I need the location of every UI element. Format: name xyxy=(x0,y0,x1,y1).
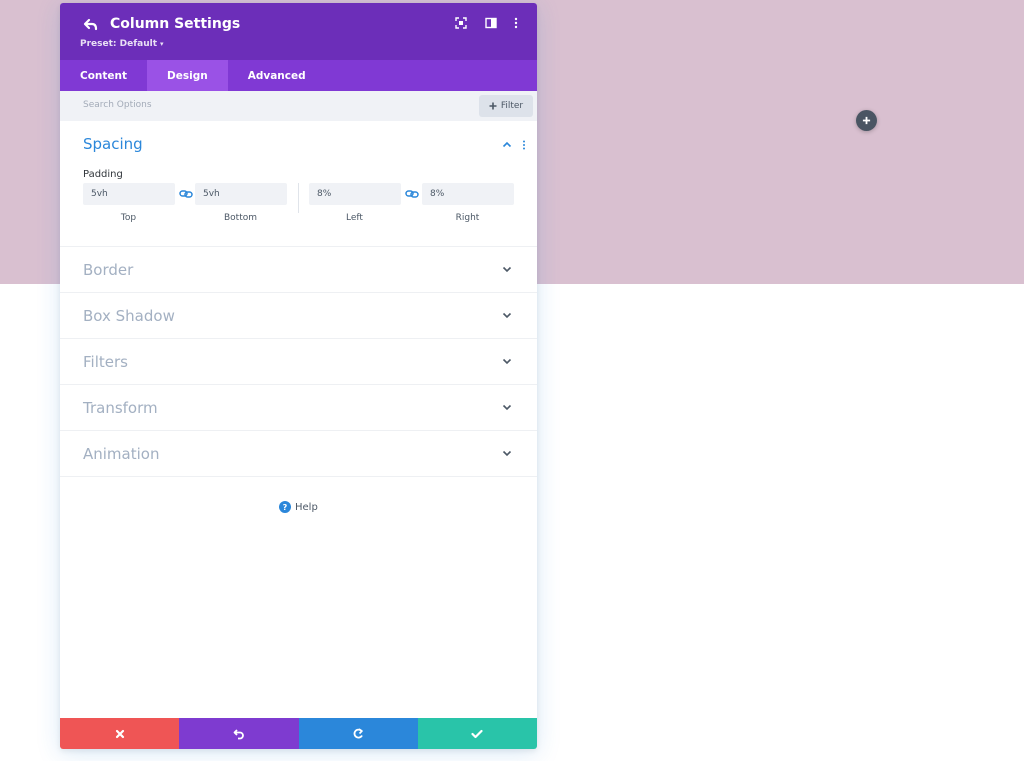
chevron-down-icon xyxy=(502,312,512,319)
chevron-down-icon xyxy=(502,358,512,365)
caret-down-icon: ▾ xyxy=(160,40,164,48)
section-title: Filters xyxy=(83,353,128,371)
redo-button[interactable] xyxy=(298,718,418,749)
add-section-button[interactable] xyxy=(856,110,877,131)
search-bar: Search Options Filter xyxy=(60,91,537,121)
padding-left-caption: Left xyxy=(346,213,363,223)
modal-title: Column Settings xyxy=(110,16,241,32)
padding-top-caption: Top xyxy=(120,213,137,223)
close-icon xyxy=(115,729,124,738)
modal-header: Column Settings Preset: Default ▾ xyxy=(60,3,537,60)
section-title: Transform xyxy=(83,399,158,417)
padding-bottom-input[interactable]: 5vh xyxy=(195,183,287,205)
plus-icon xyxy=(489,102,497,110)
padding-bottom-caption: Bottom xyxy=(223,213,257,223)
spacing-section: Spacing Padding 5vh 5vh 8% 8% Top Bottom… xyxy=(60,121,537,247)
filter-label: Filter xyxy=(500,101,524,111)
split-view-icon[interactable] xyxy=(484,16,498,30)
box-shadow-section[interactable]: Box Shadow xyxy=(60,293,537,339)
padding-right-caption: Right xyxy=(455,213,480,223)
cancel-button[interactable] xyxy=(60,718,180,749)
undo-button[interactable] xyxy=(179,718,299,749)
chevron-down-icon xyxy=(502,266,512,273)
help-icon: ? xyxy=(279,501,291,513)
column-settings-modal: Column Settings Preset: Default ▾ Content… xyxy=(60,3,537,749)
settings-tabs: Content Design Advanced xyxy=(60,60,537,91)
back-icon[interactable] xyxy=(82,16,100,34)
padding-label: Padding xyxy=(83,169,123,180)
section-more-icon[interactable] xyxy=(522,140,526,150)
link-icon[interactable] xyxy=(405,189,419,199)
border-section[interactable]: Border xyxy=(60,247,537,293)
plus-icon xyxy=(862,116,871,125)
padding-divider xyxy=(298,183,299,213)
fullscreen-icon[interactable] xyxy=(454,16,468,30)
more-options-icon[interactable] xyxy=(509,16,523,30)
animation-section[interactable]: Animation xyxy=(60,431,537,477)
checkmark-icon xyxy=(471,729,483,738)
padding-left-input[interactable]: 8% xyxy=(309,183,401,205)
preset-label: Preset: Default xyxy=(80,39,157,49)
search-options-input[interactable]: Search Options xyxy=(83,100,152,110)
preset-dropdown[interactable]: Preset: Default ▾ xyxy=(80,39,164,49)
padding-top-input[interactable]: 5vh xyxy=(83,183,175,205)
chevron-up-icon[interactable] xyxy=(502,141,512,148)
section-title: Border xyxy=(83,261,134,279)
tab-content[interactable]: Content xyxy=(60,60,147,91)
transform-section[interactable]: Transform xyxy=(60,385,537,431)
help-label: Help xyxy=(295,501,318,513)
chevron-down-icon xyxy=(502,450,512,457)
tab-design[interactable]: Design xyxy=(147,60,228,91)
undo-icon xyxy=(233,728,244,739)
redo-icon xyxy=(353,727,363,738)
link-icon[interactable] xyxy=(179,189,193,199)
filters-section[interactable]: Filters xyxy=(60,339,537,385)
tab-advanced[interactable]: Advanced xyxy=(228,60,326,91)
help-link[interactable]: ? Help xyxy=(279,501,318,513)
spacing-section-title[interactable]: Spacing xyxy=(83,135,143,153)
filter-button[interactable]: Filter xyxy=(479,95,533,117)
section-title: Box Shadow xyxy=(83,307,175,325)
chevron-down-icon xyxy=(502,404,512,411)
save-button[interactable] xyxy=(417,718,537,749)
padding-right-input[interactable]: 8% xyxy=(422,183,514,205)
modal-footer xyxy=(60,718,537,749)
section-title: Animation xyxy=(83,445,160,463)
